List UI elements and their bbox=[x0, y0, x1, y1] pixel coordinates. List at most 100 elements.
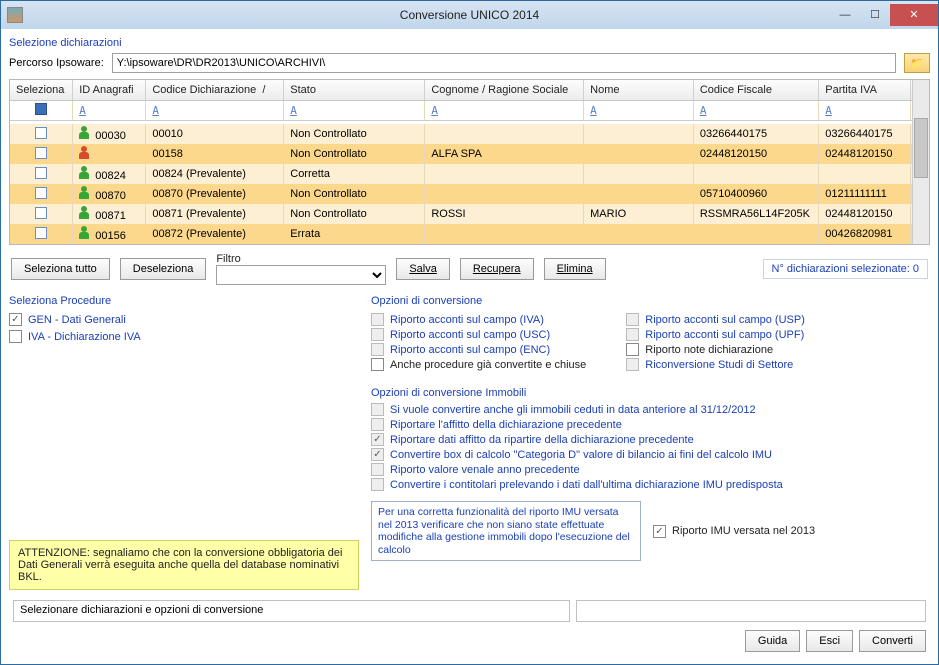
opt-iva-label: Riporto acconti sul campo (IVA) bbox=[390, 314, 544, 326]
row-checkbox[interactable] bbox=[35, 127, 47, 139]
imm-2-label: Riportare dati affitto da ripartire dell… bbox=[390, 434, 694, 446]
cell-cf: RSSMRA56L14F205K bbox=[693, 204, 818, 224]
section-selezione-label: Selezione dichiarazioni bbox=[9, 37, 930, 49]
cell-cf: 02448120150 bbox=[693, 144, 818, 164]
recupera-button[interactable]: Recupera bbox=[460, 258, 534, 280]
warning-box: ATTENZIONE: segnaliamo che con la conver… bbox=[9, 540, 359, 590]
imm-4-label: Riporto valore venale anno precedente bbox=[390, 464, 580, 476]
col-codice[interactable]: Codice Dichiarazione / bbox=[146, 80, 284, 100]
status-right bbox=[576, 600, 926, 622]
cell-cognome bbox=[425, 224, 584, 244]
cell-piva bbox=[819, 164, 911, 184]
table-row[interactable]: 0087100871 (Prevalente)Non ControllatoRO… bbox=[10, 204, 929, 224]
check-gen[interactable] bbox=[9, 313, 22, 326]
row-checkbox[interactable] bbox=[35, 227, 47, 239]
row-checkbox[interactable] bbox=[35, 207, 47, 219]
row-checkbox[interactable] bbox=[35, 147, 47, 159]
table-row[interactable]: 0015600872 (Prevalente)Errata00426820981 bbox=[10, 224, 929, 244]
col-idanagrafi[interactable]: ID Anagrafi bbox=[73, 80, 146, 100]
opt-usc-label: Riporto acconti sul campo (USC) bbox=[390, 329, 550, 341]
cell-nome bbox=[584, 164, 694, 184]
check-opt-note[interactable] bbox=[626, 343, 639, 356]
person-icon bbox=[79, 146, 89, 159]
person-icon bbox=[79, 186, 89, 199]
titlebar: Conversione UNICO 2014 — ☐ ✕ bbox=[1, 1, 938, 29]
col-piva[interactable]: Partita IVA bbox=[819, 80, 911, 100]
row-checkbox[interactable] bbox=[35, 187, 47, 199]
check-iva[interactable] bbox=[9, 330, 22, 343]
iva-label: IVA - Dichiarazione IVA bbox=[28, 331, 141, 343]
gen-label: GEN - Dati Generali bbox=[28, 314, 126, 326]
cell-cf bbox=[693, 224, 818, 244]
opt-enc-label: Riporto acconti sul campo (ENC) bbox=[390, 344, 550, 356]
opt-anche-label: Anche procedure già convertite e chiuse bbox=[390, 359, 586, 371]
check-riporto-imu[interactable] bbox=[653, 525, 666, 538]
cell-codice: 00871 (Prevalente) bbox=[146, 204, 284, 224]
filter-cognome[interactable]: A bbox=[425, 100, 584, 120]
cell-piva: 03266440175 bbox=[819, 124, 911, 144]
check-opt-iva bbox=[371, 313, 384, 326]
cell-piva: 01211111111 bbox=[819, 184, 911, 204]
deseleziona-button[interactable]: Deseleziona bbox=[120, 258, 207, 280]
salva-button[interactable]: Salva bbox=[396, 258, 450, 280]
opts-title: Opzioni di conversione bbox=[371, 295, 930, 307]
cell-cf: 05710400960 bbox=[693, 184, 818, 204]
cell-cognome bbox=[425, 184, 584, 204]
table-row[interactable]: 0082400824 (Prevalente)Corretta bbox=[10, 164, 929, 184]
filtro-label: Filtro bbox=[216, 253, 240, 265]
col-cognome[interactable]: Cognome / Ragione Sociale bbox=[425, 80, 584, 100]
table-row[interactable]: 0087000870 (Prevalente)Non Controllato05… bbox=[10, 184, 929, 204]
cell-cognome bbox=[425, 124, 584, 144]
cell-nome bbox=[584, 124, 694, 144]
person-icon bbox=[79, 126, 89, 139]
guida-button[interactable]: Guida bbox=[745, 630, 800, 652]
check-opt-enc bbox=[371, 343, 384, 356]
folder-icon: 📁 bbox=[910, 57, 924, 70]
col-nome[interactable]: Nome bbox=[584, 80, 694, 100]
opt-upf-label: Riporto acconti sul campo (UPF) bbox=[645, 329, 804, 341]
check-opt-anche[interactable] bbox=[371, 358, 384, 371]
window-title: Conversione UNICO 2014 bbox=[1, 8, 938, 22]
imm-3-label: Convertire box di calcolo "Categoria D" … bbox=[390, 449, 772, 461]
filter-idana[interactable]: A bbox=[73, 100, 146, 120]
person-icon bbox=[79, 166, 89, 179]
elimina-button[interactable]: Elimina bbox=[544, 258, 606, 280]
col-stato[interactable]: Stato bbox=[284, 80, 425, 100]
filter-codice[interactable]: A bbox=[146, 100, 284, 120]
esci-button[interactable]: Esci bbox=[806, 630, 853, 652]
cell-piva: 02448120150 bbox=[819, 204, 911, 224]
cell-piva: 00426820981 bbox=[819, 224, 911, 244]
check-imm-4 bbox=[371, 463, 384, 476]
seleziona-tutto-button[interactable]: Seleziona tutto bbox=[11, 258, 110, 280]
status-left: Selezionare dichiarazioni e opzioni di c… bbox=[13, 600, 570, 622]
filter-stato[interactable]: A bbox=[284, 100, 425, 120]
table-row[interactable]: 00158Non ControllatoALFA SPA024481201500… bbox=[10, 144, 929, 164]
filtro-select[interactable] bbox=[216, 265, 386, 285]
percorso-input[interactable] bbox=[112, 53, 896, 73]
cell-codice: 00158 bbox=[146, 144, 284, 164]
imm-0-label: Si vuole convertire anche gli immobili c… bbox=[390, 404, 756, 416]
grid: Seleziona ID Anagrafi Codice Dichiarazio… bbox=[9, 79, 930, 245]
col-cf[interactable]: Codice Fiscale bbox=[693, 80, 818, 100]
filter-cf[interactable]: A bbox=[693, 100, 818, 120]
cell-piva: 02448120150 bbox=[819, 144, 911, 164]
filter-piva[interactable]: A bbox=[819, 100, 911, 120]
browse-button[interactable]: 📁 bbox=[904, 53, 930, 73]
cell-cf: 03266440175 bbox=[693, 124, 818, 144]
cell-nome bbox=[584, 144, 694, 164]
person-icon bbox=[79, 226, 89, 239]
row-checkbox[interactable] bbox=[35, 167, 47, 179]
vertical-scrollbar[interactable] bbox=[912, 80, 929, 244]
cell-codice: 00870 (Prevalente) bbox=[146, 184, 284, 204]
counter-label: N° dichiarazioni selezionate: 0 bbox=[763, 259, 928, 279]
col-seleziona[interactable]: Seleziona bbox=[10, 80, 73, 100]
converti-button[interactable]: Converti bbox=[859, 630, 926, 652]
check-imm-5 bbox=[371, 478, 384, 491]
filter-nome[interactable]: A bbox=[584, 100, 694, 120]
table-row[interactable]: 0003000010Non Controllato032664401750326… bbox=[10, 124, 929, 144]
filter-select-all[interactable] bbox=[35, 103, 47, 115]
check-imm-0 bbox=[371, 403, 384, 416]
cell-stato: Non Controllato bbox=[284, 144, 425, 164]
filter-row[interactable]: A A A A A A A bbox=[10, 100, 929, 120]
check-opt-usc bbox=[371, 328, 384, 341]
